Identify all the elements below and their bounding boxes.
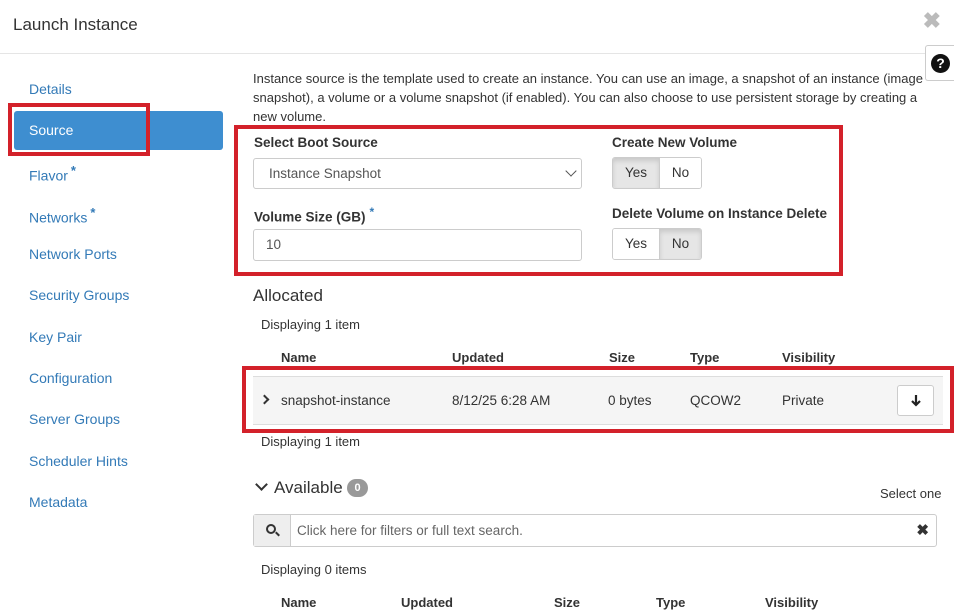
allocated-col-visibility[interactable]: Visibility xyxy=(782,350,835,365)
create-volume-no-button[interactable]: No xyxy=(659,158,701,188)
search-bar[interactable]: Click here for filters or full text sear… xyxy=(253,514,937,547)
highlight-frame-allocated-row xyxy=(242,366,954,433)
header-divider xyxy=(0,53,954,54)
delete-volume-no-button[interactable]: No xyxy=(659,229,701,259)
select-one-hint: Select one xyxy=(880,486,942,501)
chevron-down-icon xyxy=(565,165,577,177)
available-col-name[interactable]: Name xyxy=(281,595,316,610)
required-marker: * xyxy=(90,205,96,220)
available-col-visibility[interactable]: Visibility xyxy=(765,595,818,610)
sidebar-item-label: Network Ports xyxy=(29,246,117,262)
search-input[interactable]: Click here for filters or full text sear… xyxy=(297,523,523,538)
available-col-size[interactable]: Size xyxy=(554,595,580,610)
sidebar-item-server-groups[interactable]: Server Groups xyxy=(29,411,120,427)
delete-volume-toggle[interactable]: Yes No xyxy=(612,228,702,260)
sidebar-item-label: Configuration xyxy=(29,370,113,386)
search-icon xyxy=(254,515,291,546)
sidebar-item-configuration[interactable]: Configuration xyxy=(29,370,112,386)
highlight-frame-source xyxy=(8,103,150,156)
sidebar-item-label: Flavor xyxy=(29,167,68,184)
clear-search-icon[interactable]: ✖ xyxy=(916,521,929,539)
sidebar-item-security-groups[interactable]: Security Groups xyxy=(29,287,129,303)
sidebar-item-networks[interactable]: Networks * xyxy=(29,205,95,226)
create-volume-label: Create New Volume xyxy=(612,135,738,150)
close-icon[interactable]: ✖ xyxy=(923,10,941,32)
volume-size-input[interactable]: 10 xyxy=(253,229,582,261)
allocated-title: Allocated xyxy=(253,286,323,305)
boot-source-label: Select Boot Source xyxy=(254,135,378,150)
chevron-down-icon[interactable] xyxy=(255,478,268,491)
sidebar-item-label: Key Pair xyxy=(29,329,82,345)
sidebar-item-label: Server Groups xyxy=(29,411,121,427)
required-marker: * xyxy=(70,163,76,178)
allocated-col-size[interactable]: Size xyxy=(609,350,635,365)
boot-source-value: Instance Snapshot xyxy=(269,166,381,181)
delete-volume-yes-button[interactable]: Yes xyxy=(613,229,659,259)
sidebar-item-label: Metadata xyxy=(29,494,88,510)
sidebar-item-scheduler-hints[interactable]: Scheduler Hints xyxy=(29,453,128,469)
intro-text: Instance source is the template used to … xyxy=(253,71,923,124)
sidebar-item-flavor[interactable]: Flavor * xyxy=(29,163,76,184)
sidebar-item-metadata[interactable]: Metadata xyxy=(29,494,87,510)
modal-title: Launch Instance xyxy=(13,15,138,34)
available-col-type[interactable]: Type xyxy=(656,595,685,610)
create-volume-yes-button[interactable]: Yes xyxy=(613,158,659,188)
available-count-badge: 0 xyxy=(347,479,368,497)
sidebar-item-label: Details xyxy=(29,81,72,97)
sidebar-item-network-ports[interactable]: Network Ports xyxy=(29,246,117,262)
required-marker: * xyxy=(369,205,375,219)
volume-size-label: Volume Size (GB) * xyxy=(254,205,374,225)
help-icon: ? xyxy=(931,54,950,73)
sidebar-item-label: Networks xyxy=(29,209,88,226)
sidebar-item-label: Scheduler Hints xyxy=(29,453,128,469)
sidebar-item-label: Security Groups xyxy=(29,287,130,303)
delete-volume-label: Delete Volume on Instance Delete xyxy=(612,206,828,221)
allocated-count: Displaying 1 item xyxy=(261,317,360,332)
boot-source-select[interactable]: Instance Snapshot xyxy=(253,158,582,189)
allocated-col-type[interactable]: Type xyxy=(690,350,719,365)
allocated-col-name[interactable]: Name xyxy=(281,350,316,365)
sidebar-item-details[interactable]: Details xyxy=(29,81,72,97)
create-volume-toggle[interactable]: Yes No xyxy=(612,157,702,189)
sidebar-item-key-pair[interactable]: Key Pair xyxy=(29,329,82,345)
allocated-footer-count: Displaying 1 item xyxy=(261,434,360,449)
available-col-updated[interactable]: Updated xyxy=(401,595,453,610)
allocated-col-updated[interactable]: Updated xyxy=(452,350,504,365)
volume-size-label-text: Volume Size (GB) xyxy=(254,209,366,225)
available-title[interactable]: Available xyxy=(274,478,343,498)
available-count: Displaying 0 items xyxy=(261,562,367,577)
